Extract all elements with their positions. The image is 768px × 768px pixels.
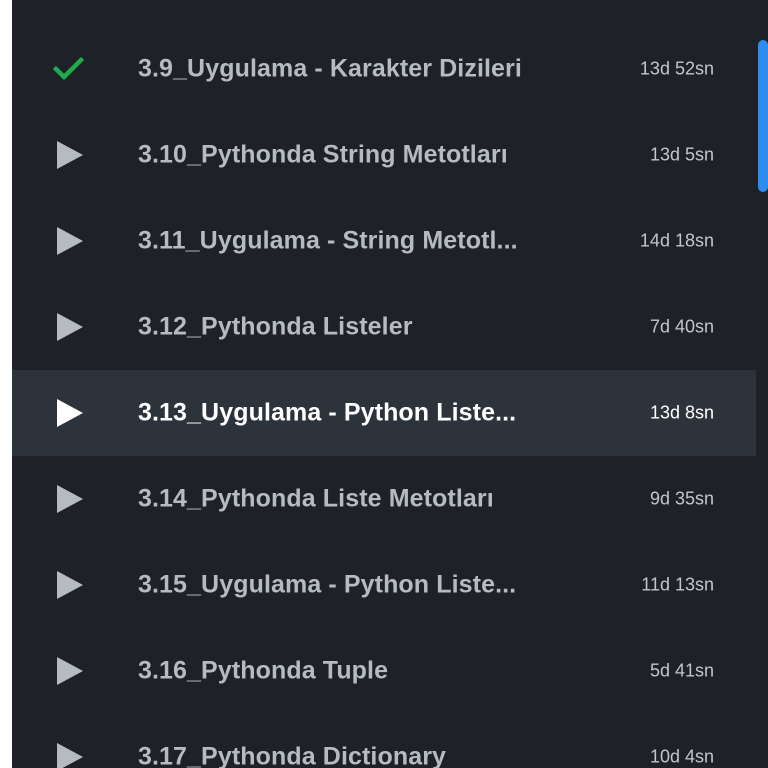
play-icon bbox=[52, 224, 86, 258]
lesson-duration: 7d 40sn bbox=[649, 316, 714, 337]
lesson-title: 3.17_Pythonda Dictionary bbox=[138, 742, 447, 768]
previous-lesson-row-partial[interactable] bbox=[12, 0, 756, 12]
scrollbar-thumb[interactable] bbox=[758, 40, 768, 192]
lesson-row[interactable]: 3.11_Uygulama - String Metotl... 14d 18s… bbox=[12, 198, 756, 284]
lesson-duration: 13d 8sn bbox=[649, 402, 714, 423]
lesson-title: 3.10_Pythonda String Metotları bbox=[138, 140, 508, 169]
lesson-duration: 14d 18sn bbox=[639, 230, 714, 251]
play-icon bbox=[52, 396, 86, 430]
check-icon bbox=[52, 52, 86, 86]
lesson-duration: 11d 13sn bbox=[641, 574, 714, 595]
lesson-title: 3.11_Uygulama - String Metotl... bbox=[138, 226, 518, 255]
lesson-title: 3.12_Pythonda Listeler bbox=[138, 312, 413, 341]
lesson-row-current[interactable]: 3.13_Uygulama - Python Liste... 13d 8sn bbox=[12, 370, 756, 456]
lesson-title: 3.16_Pythonda Tuple bbox=[138, 656, 389, 685]
play-icon bbox=[52, 138, 86, 172]
play-icon bbox=[52, 740, 86, 768]
lesson-duration: 5d 41sn bbox=[649, 660, 714, 681]
lesson-duration: 13d 5sn bbox=[649, 144, 714, 165]
lesson-duration: 10d 4sn bbox=[649, 746, 714, 767]
lesson-row[interactable]: 3.17_Pythonda Dictionary 10d 4sn bbox=[12, 714, 756, 768]
play-icon bbox=[52, 310, 86, 344]
lesson-list-panel: 3.9_Uygulama - Karakter Dizileri 13d 52s… bbox=[12, 0, 768, 768]
lesson-title: 3.9_Uygulama - Karakter Dizileri bbox=[138, 54, 522, 83]
lesson-row[interactable]: 3.14_Pythonda Liste Metotları 9d 35sn bbox=[12, 456, 756, 542]
lesson-title: 3.13_Uygulama - Python Liste... bbox=[138, 398, 517, 427]
lesson-row[interactable]: 3.10_Pythonda String Metotları 13d 5sn bbox=[12, 112, 756, 198]
play-icon bbox=[52, 654, 86, 688]
lesson-duration: 13d 52sn bbox=[639, 58, 714, 79]
lesson-title: 3.14_Pythonda Liste Metotları bbox=[138, 484, 494, 513]
lesson-title: 3.15_Uygulama - Python Liste... bbox=[138, 570, 517, 599]
lesson-row[interactable]: 3.9_Uygulama - Karakter Dizileri 13d 52s… bbox=[12, 26, 756, 112]
lesson-row[interactable]: 3.16_Pythonda Tuple 5d 41sn bbox=[12, 628, 756, 714]
play-icon bbox=[52, 568, 86, 602]
lesson-list: 3.9_Uygulama - Karakter Dizileri 13d 52s… bbox=[12, 26, 756, 768]
lesson-row[interactable]: 3.15_Uygulama - Python Liste... 11d 13sn bbox=[12, 542, 756, 628]
lesson-row[interactable]: 3.12_Pythonda Listeler 7d 40sn bbox=[12, 284, 756, 370]
play-icon bbox=[52, 482, 86, 516]
lesson-duration: 9d 35sn bbox=[649, 488, 714, 509]
